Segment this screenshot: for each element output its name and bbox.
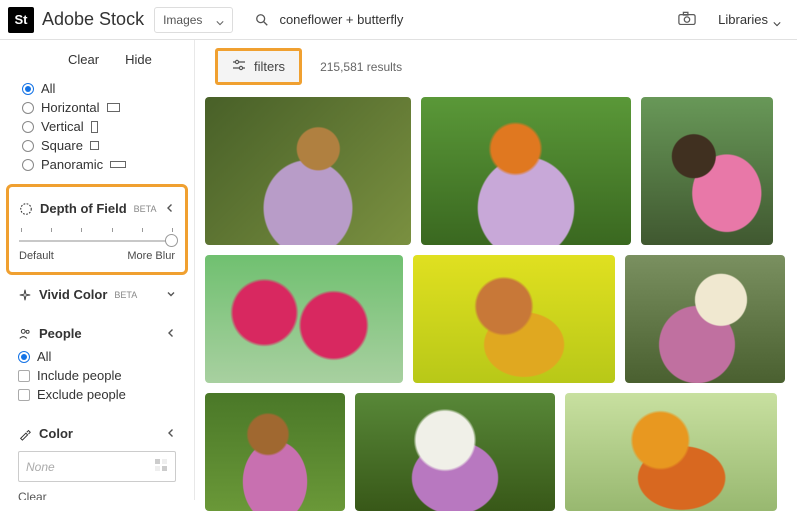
option-label: Exclude people (37, 387, 126, 402)
orientation-all[interactable]: All (22, 81, 172, 96)
asset-type-label: Images (163, 13, 202, 27)
result-thumbnail[interactable] (205, 97, 411, 245)
beta-badge: BETA (114, 290, 137, 300)
people-options: All Include people Exclude people (18, 345, 176, 406)
radio-icon (22, 102, 34, 114)
slider-min-label: Default (19, 250, 54, 262)
radio-checked-icon (18, 351, 30, 363)
orientation-square[interactable]: Square (22, 138, 172, 153)
libraries-dropdown[interactable]: Libraries (718, 12, 789, 27)
clear-button[interactable]: Clear (68, 52, 99, 67)
content-area: Clear Hide All Horizontal Vertical Squar… (0, 40, 797, 500)
orientation-label: Panoramic (41, 157, 103, 172)
section-title: Vivid Color (39, 287, 107, 302)
people-section: People All Include people Exclude people (0, 314, 194, 414)
filters-label: filters (254, 59, 285, 74)
result-thumbnail[interactable] (205, 393, 345, 511)
people-icon (18, 327, 32, 341)
sliders-icon (232, 59, 246, 74)
libraries-label: Libraries (718, 12, 768, 27)
radio-icon (22, 159, 34, 171)
section-title: Color (39, 426, 73, 441)
color-input[interactable]: None (18, 451, 176, 482)
orientation-label: Horizontal (41, 100, 100, 115)
logo-mark: St (8, 7, 34, 33)
vivid-color-section: Vivid Color BETA (0, 275, 194, 314)
search-input[interactable] (279, 12, 668, 27)
option-label: All (37, 349, 51, 364)
chevron-down-icon (773, 16, 781, 24)
slider-knob[interactable] (165, 234, 178, 247)
sparkle-icon (18, 288, 32, 302)
panoramic-icon (110, 161, 126, 168)
depth-slider[interactable]: Default More Blur (19, 222, 175, 262)
hide-button[interactable]: Hide (125, 52, 152, 67)
color-header[interactable]: Color (18, 422, 176, 445)
result-thumbnail[interactable] (355, 393, 555, 511)
horizontal-icon (107, 103, 120, 112)
result-thumbnail[interactable] (421, 97, 631, 245)
people-exclude[interactable]: Exclude people (18, 387, 176, 402)
depth-of-field-header[interactable]: Depth of Field BETA (19, 195, 175, 222)
people-all[interactable]: All (18, 349, 176, 364)
vertical-icon (91, 121, 98, 133)
vivid-color-header[interactable]: Vivid Color BETA (18, 283, 176, 306)
orientation-vertical[interactable]: Vertical (22, 119, 172, 134)
result-thumbnail[interactable] (641, 97, 773, 245)
slider-ticks (19, 228, 175, 238)
results-area: filters 215,581 results (195, 40, 797, 500)
filter-sidebar: Clear Hide All Horizontal Vertical Squar… (0, 40, 195, 500)
color-picker-icon[interactable] (154, 458, 168, 475)
app-logo: St Adobe Stock (8, 7, 144, 33)
search-bar (243, 11, 708, 29)
asset-type-dropdown[interactable]: Images (154, 7, 233, 33)
beta-badge: BETA (134, 204, 157, 214)
sidebar-actions: Clear Hide (0, 48, 194, 75)
square-icon (90, 141, 99, 150)
chevron-down-icon (166, 287, 176, 302)
checkbox-icon (18, 389, 30, 401)
chevron-left-icon (166, 326, 176, 341)
chevron-left-icon (166, 426, 176, 441)
slider-max-label: More Blur (127, 250, 175, 262)
result-thumbnail[interactable] (625, 255, 785, 383)
radio-icon (22, 140, 34, 152)
result-thumbnail[interactable] (205, 255, 403, 383)
orientation-label: Vertical (41, 119, 84, 134)
aperture-icon (19, 202, 33, 216)
option-label: Include people (37, 368, 122, 383)
results-grid (205, 93, 797, 521)
orientation-horizontal[interactable]: Horizontal (22, 100, 172, 115)
logo-text: Adobe Stock (42, 9, 144, 30)
color-section: Color None Clear (0, 414, 194, 500)
header-bar: St Adobe Stock Images Libraries (0, 0, 797, 40)
chevron-left-icon (165, 201, 175, 216)
result-thumbnail[interactable] (565, 393, 777, 511)
orientation-group: All Horizontal Vertical Square Panoramic (0, 75, 194, 184)
radio-icon (22, 121, 34, 133)
people-include[interactable]: Include people (18, 368, 176, 383)
depth-of-field-section: Depth of Field BETA Default More Blur (6, 184, 188, 275)
eyedropper-icon (18, 427, 32, 441)
color-placeholder: None (26, 460, 55, 474)
results-toolbar: filters 215,581 results (205, 40, 797, 93)
people-header[interactable]: People (18, 322, 176, 345)
checkbox-icon (18, 370, 30, 382)
section-title: Depth of Field (40, 201, 127, 216)
result-thumbnail[interactable] (413, 255, 615, 383)
orientation-panoramic[interactable]: Panoramic (22, 157, 172, 172)
orientation-label: All (41, 81, 55, 96)
radio-checked-icon (22, 83, 34, 95)
color-clear-button[interactable]: Clear (18, 482, 176, 500)
section-title: People (39, 326, 82, 341)
slider-labels: Default More Blur (19, 250, 175, 262)
orientation-label: Square (41, 138, 83, 153)
search-icon (255, 13, 269, 27)
camera-icon[interactable] (678, 11, 696, 29)
filters-button[interactable]: filters (215, 48, 302, 85)
results-count: 215,581 results (320, 60, 402, 74)
slider-track (19, 240, 175, 242)
chevron-down-icon (216, 16, 224, 24)
